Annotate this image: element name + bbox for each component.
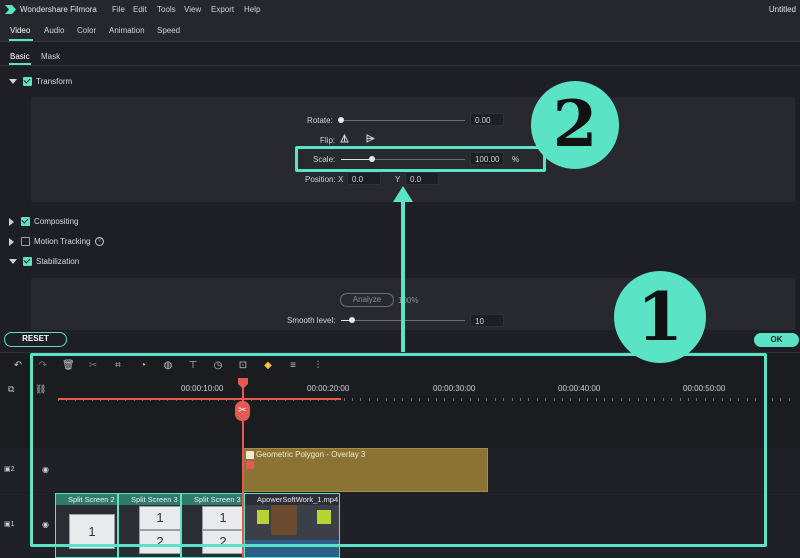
filmora-logo-icon (5, 5, 16, 14)
compositing-label: Compositing (34, 217, 79, 227)
flip-vertical-icon[interactable] (366, 134, 375, 143)
tab-color[interactable]: Color (77, 26, 96, 35)
smooth-level-label: Smooth level: (287, 316, 336, 325)
ruler-tick (780, 398, 781, 401)
annotation-timeline-highlight (30, 353, 767, 547)
chevron-down-icon[interactable] (9, 79, 17, 85)
transform-checkbox[interactable] (23, 77, 32, 87)
compositing-header[interactable]: Compositing (9, 217, 78, 231)
tab-audio[interactable]: Audio (44, 26, 64, 35)
ok-button[interactable]: OK (754, 333, 799, 347)
app-title: Wondershare Filmora (20, 5, 97, 14)
annotation-arrow-icon (393, 186, 413, 352)
analyze-button[interactable]: Analyze (340, 293, 394, 307)
motion-tracking-checkbox[interactable] (21, 237, 30, 247)
reset-button[interactable]: RESET (4, 332, 67, 347)
chevron-right-icon[interactable] (9, 217, 14, 226)
menu-file[interactable]: File (112, 5, 125, 14)
subtab-bar (0, 42, 800, 66)
ruler-tick (772, 398, 773, 401)
motion-tracking-label: Motion Tracking (34, 237, 91, 247)
menu-view[interactable]: View (184, 5, 201, 14)
flip-horizontal-icon[interactable] (340, 134, 349, 143)
document-title: Untitled (768, 5, 796, 14)
subtab-basic-underline (9, 63, 31, 65)
track-2-label: ▣2 (4, 466, 15, 473)
position-label: Position: (305, 175, 336, 184)
add-track-icon[interactable]: ⧉ (8, 384, 14, 395)
subtab-mask[interactable]: Mask (41, 52, 60, 61)
menu-help[interactable]: Help (244, 5, 260, 14)
transform-header[interactable]: Transform (9, 77, 72, 91)
rotate-label: Rotate: (307, 116, 333, 125)
flip-label: Flip: (320, 136, 336, 145)
smooth-level-value[interactable]: 10 (470, 314, 504, 327)
stabilization-label: Stabilization (36, 257, 80, 267)
menu-export[interactable]: Export (211, 5, 234, 14)
transform-label: Transform (36, 77, 73, 87)
ruler-tick (789, 398, 790, 401)
rotate-slider-knob[interactable] (338, 117, 344, 123)
rotate-slider[interactable] (341, 120, 465, 121)
position-x-input[interactable]: 0.0 (347, 172, 381, 185)
undo-icon[interactable]: ↶ (12, 360, 24, 372)
tab-video[interactable]: Video (10, 26, 30, 35)
smooth-level-knob[interactable] (349, 317, 355, 323)
track-1-label: ▣1 (4, 521, 15, 528)
stabilization-checkbox[interactable] (23, 257, 32, 267)
annotation-number-1: 1 (614, 271, 706, 363)
compositing-checkbox[interactable] (21, 217, 30, 227)
annotation-scale-highlight (295, 146, 546, 172)
chevron-right-icon[interactable] (9, 237, 14, 246)
position-x-label: X (338, 175, 344, 184)
motion-tracking-header[interactable]: Motion Tracking? (9, 237, 105, 251)
position-y-label: Y (395, 175, 401, 184)
rotate-value[interactable]: 0.00 (470, 113, 504, 126)
position-y-input[interactable]: 0.0 (405, 172, 439, 185)
tab-speed[interactable]: Speed (157, 26, 180, 35)
annotation-number-2: 2 (531, 81, 619, 169)
info-icon[interactable]: ? (95, 237, 105, 247)
subtab-basic[interactable]: Basic (10, 52, 30, 61)
chevron-down-icon[interactable] (9, 259, 17, 265)
tab-animation[interactable]: Animation (109, 26, 145, 35)
menu-tools[interactable]: Tools (157, 5, 176, 14)
stabilization-header[interactable]: Stabilization (9, 257, 79, 271)
tab-video-underline (9, 39, 33, 41)
menu-edit[interactable]: Edit (133, 5, 147, 14)
